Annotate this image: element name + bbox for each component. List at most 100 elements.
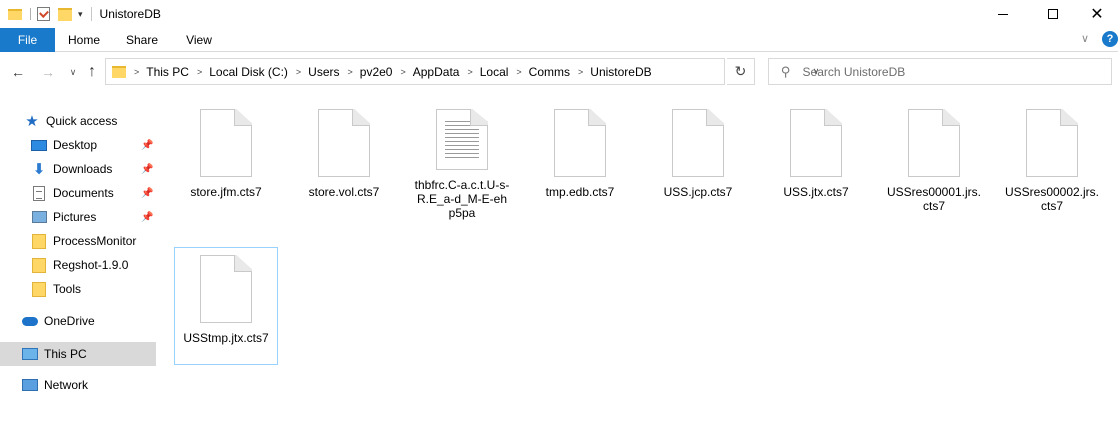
breadcrumb-users[interactable]: Users [308, 65, 339, 79]
recent-locations-button[interactable]: ∨ [63, 62, 83, 82]
maximize-icon [1048, 9, 1058, 19]
breadcrumb-comms[interactable]: Comms [529, 65, 570, 79]
navigation-bar: ← → ∨ ↑ > This PC > Local Disk (C:) > Us… [0, 52, 1118, 92]
sidebar-item-label: Documents [53, 186, 114, 200]
properties-icon[interactable] [37, 7, 50, 21]
blank-file-icon [672, 109, 724, 177]
search-placeholder[interactable]: Search UnistoreDB [803, 65, 906, 79]
new-folder-icon[interactable] [58, 7, 72, 21]
folder-icon [31, 233, 47, 249]
breadcrumb-unistoredb[interactable]: UnistoreDB [590, 65, 651, 79]
sidebar-item-label: OneDrive [44, 314, 95, 328]
breadcrumb-appdata[interactable]: AppData [413, 65, 460, 79]
search-box[interactable]: ⚲ Search UnistoreDB [768, 58, 1112, 85]
breadcrumb-local[interactable]: Local [480, 65, 509, 79]
search-icon: ⚲ [781, 63, 791, 79]
address-bar[interactable]: > This PC > Local Disk (C:) > Users > pv… [105, 58, 819, 85]
blank-file-icon [790, 109, 842, 177]
star-icon: ★ [25, 113, 39, 130]
text-file-icon [436, 109, 488, 170]
chevron-right-icon[interactable]: > [467, 67, 472, 77]
breadcrumb-pv2e0[interactable]: pv2e0 [360, 65, 393, 79]
sidebar-item-label: Downloads [53, 162, 113, 176]
tab-file[interactable]: File [0, 28, 55, 52]
sidebar-item-processmonitor[interactable]: ProcessMonitor [0, 229, 156, 253]
sidebar-item-quick-access[interactable]: ★ Quick access [0, 109, 156, 133]
blank-file-icon [908, 109, 960, 177]
sidebar-item-desktop[interactable]: Desktop 📌 [0, 133, 156, 157]
chevron-right-icon[interactable]: > [516, 67, 521, 77]
pin-icon[interactable]: 📌 [141, 212, 153, 223]
sidebar-item-network[interactable]: Network [0, 373, 156, 397]
breadcrumb-this-pc[interactable]: This PC [146, 65, 189, 79]
chevron-right-icon[interactable]: > [348, 67, 353, 77]
sidebar-item-regshot[interactable]: Regshot-1.9.0 [0, 253, 156, 277]
sidebar-item-label: Network [44, 378, 89, 392]
tab-view[interactable]: View [171, 28, 227, 52]
forward-button[interactable]: → [38, 62, 58, 82]
sidebar-item-downloads[interactable]: ⬇ Downloads 📌 [0, 157, 156, 181]
chevron-right-icon[interactable]: > [400, 67, 405, 77]
folder-icon [31, 257, 47, 273]
tab-home[interactable]: Home [57, 28, 111, 52]
sidebar-item-this-pc[interactable]: This PC [0, 342, 156, 366]
file-item[interactable]: store.jfm.cts7 [174, 102, 278, 220]
network-icon [22, 377, 38, 393]
chevron-right-icon[interactable]: > [197, 67, 202, 77]
file-item[interactable]: USSres00002.jrs.cts7 [1000, 102, 1104, 220]
file-item[interactable]: tmp.edb.cts7 [528, 102, 632, 220]
pin-icon[interactable]: 📌 [141, 140, 153, 151]
close-button[interactable]: ✕ [1074, 0, 1118, 28]
sidebar-item-pictures[interactable]: Pictures 📌 [0, 205, 156, 229]
sidebar-item-label: Desktop [53, 138, 98, 152]
pin-icon[interactable]: 📌 [141, 188, 153, 199]
file-item[interactable]: USS.jcp.cts7 [646, 102, 750, 220]
sidebar-item-label: Tools [53, 282, 82, 296]
toolbar-divider [90, 7, 92, 21]
chevron-right-icon[interactable]: > [296, 67, 301, 77]
file-name: USS.jcp.cts7 [663, 185, 733, 199]
tab-share[interactable]: Share [113, 28, 171, 52]
customize-toolbar-icon[interactable]: ▾ [78, 9, 83, 20]
refresh-button[interactable]: ↻ [727, 58, 755, 85]
file-item[interactable]: thbfrc.C-a.c.t.U-s-R.E_a-d_M-E-eh p5pa [410, 102, 514, 220]
minimize-button[interactable] [980, 0, 1026, 28]
sidebar-item-label: Quick access [46, 114, 118, 128]
expand-ribbon-icon[interactable]: ∨ [1081, 32, 1089, 45]
blank-file-icon [318, 109, 370, 177]
folder-icon [31, 281, 47, 297]
pictures-icon [31, 209, 47, 225]
breadcrumb-local-disk[interactable]: Local Disk (C:) [209, 65, 288, 79]
file-name: thbfrc.C-a.c.t.U-s-R.E_a-d_M-E-eh p5pa [414, 178, 510, 220]
file-name: USStmp.jtx.cts7 [183, 331, 269, 345]
file-item[interactable]: USS.jtx.cts7 [764, 102, 868, 220]
pin-icon[interactable]: 📌 [141, 164, 153, 175]
minimize-icon [998, 13, 1008, 15]
file-item-selected[interactable]: USStmp.jtx.cts7 [174, 247, 278, 365]
file-item[interactable]: store.vol.cts7 [292, 102, 396, 220]
title-bar: ▾ UnistoreDB ✕ [0, 0, 1118, 28]
folder-icon [112, 65, 126, 78]
ribbon: File Home Share View ∨ ? [0, 28, 1118, 52]
this-pc-icon [22, 346, 38, 362]
sidebar-item-documents[interactable]: Documents 📌 [0, 181, 156, 205]
sidebar-item-onedrive[interactable]: OneDrive [0, 309, 156, 333]
file-name: USSres00001.jrs.cts7 [886, 185, 982, 213]
file-name: USS.jtx.cts7 [783, 185, 849, 199]
up-button[interactable]: ↑ [82, 62, 102, 82]
blank-file-icon [554, 109, 606, 177]
sidebar-item-tools[interactable]: Tools [0, 277, 156, 301]
chevron-right-icon[interactable]: > [134, 67, 139, 77]
maximize-button[interactable] [1030, 0, 1076, 28]
desktop-icon [31, 137, 47, 153]
sidebar-item-label: ProcessMonitor [53, 234, 137, 248]
folder-icon [8, 8, 22, 20]
file-item[interactable]: USSres00001.jrs.cts7 [882, 102, 986, 220]
help-icon[interactable]: ? [1102, 31, 1118, 47]
toolbar-divider [30, 8, 31, 20]
download-icon: ⬇ [32, 161, 46, 178]
back-button[interactable]: ← [8, 62, 28, 82]
file-name: store.vol.cts7 [308, 185, 380, 199]
file-list: store.jfm.cts7 store.vol.cts7 thbfrc.C-a… [158, 100, 1118, 435]
chevron-right-icon[interactable]: > [578, 67, 583, 77]
